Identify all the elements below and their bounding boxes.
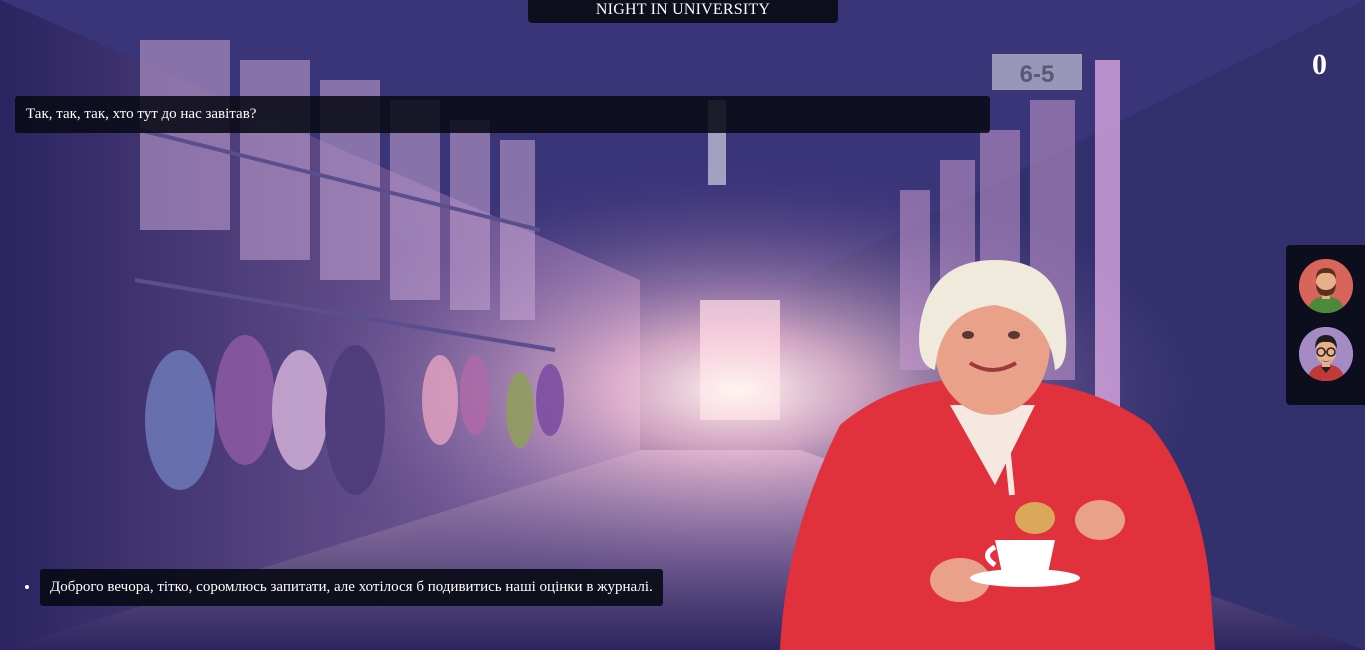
- character-avatar-glasses[interactable]: [1299, 327, 1353, 381]
- game-scene: 6-5 NIGHT IN UNIVERSITY 0 Так, так, так,…: [0, 0, 1365, 650]
- character-avatar-bearded[interactable]: [1299, 259, 1353, 313]
- characters-panel: [1286, 245, 1365, 405]
- choice-item: Доброго вечора, тітко, соромлюсь запитат…: [40, 569, 663, 606]
- score-counter: 0: [1312, 48, 1327, 81]
- room-sign-text: 6-5: [1020, 61, 1055, 88]
- bearded-man-avatar-icon: [1299, 259, 1353, 313]
- answer-choices: Доброго вечора, тітко, соромлюсь запитат…: [0, 569, 663, 606]
- npc-dialog-text: Так, так, так, хто тут до нас завітав?: [26, 106, 257, 122]
- game-title: NIGHT IN UNIVERSITY: [528, 0, 838, 23]
- choice-option-button[interactable]: Доброго вечора, тітко, соромлюсь запитат…: [40, 569, 663, 606]
- npc-grandmother-character: [780, 260, 1215, 650]
- glasses-man-avatar-icon: [1299, 327, 1353, 381]
- npc-dialog-box: Так, так, так, хто тут до нас завітав?: [15, 96, 990, 133]
